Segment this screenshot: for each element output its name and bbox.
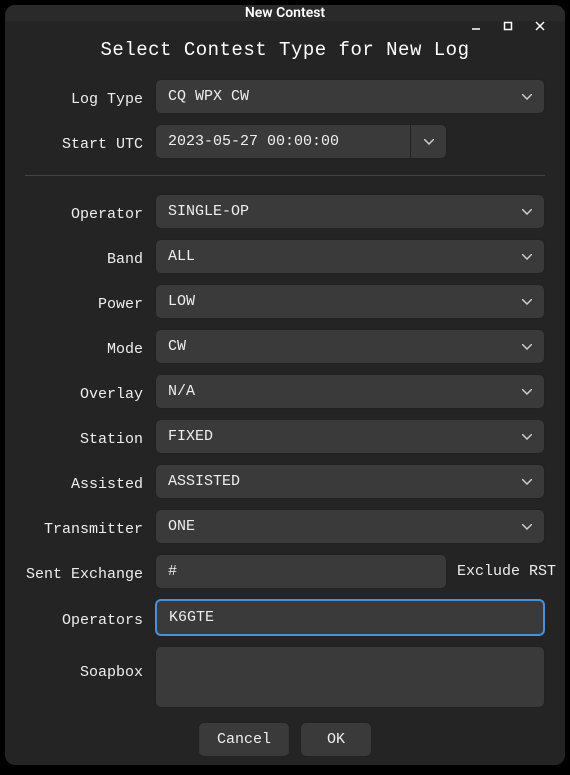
select-value: FIXED — [168, 428, 213, 445]
input-start-utc[interactable]: 2023-05-27 00:00:00 — [155, 124, 411, 159]
input-value: # — [168, 563, 177, 580]
row-transmitter: Transmitter ONE — [25, 509, 545, 544]
maximize-button[interactable] — [499, 17, 517, 35]
ok-button[interactable]: OK — [300, 722, 372, 757]
window-title: New Contest — [245, 5, 325, 21]
chevron-down-icon — [522, 344, 532, 350]
label-band: Band — [25, 245, 143, 268]
select-transmitter[interactable]: ONE — [155, 509, 545, 544]
dialog-buttons: Cancel OK — [25, 722, 545, 757]
select-overlay[interactable]: N/A — [155, 374, 545, 409]
chevron-down-icon — [522, 209, 532, 215]
input-sent-exchange[interactable]: # — [155, 554, 447, 589]
row-log-type: Log Type CQ WPX CW — [25, 79, 545, 114]
row-station: Station FIXED — [25, 419, 545, 454]
window-controls — [467, 5, 559, 47]
close-button[interactable] — [531, 17, 549, 35]
chevron-down-icon — [522, 389, 532, 395]
input-operators[interactable]: K6GTE — [155, 599, 545, 636]
titlebar: New Contest — [5, 5, 565, 21]
chevron-down-icon — [522, 524, 532, 530]
select-power[interactable]: LOW — [155, 284, 545, 319]
textarea-soapbox[interactable] — [155, 646, 545, 708]
input-value: 2023-05-27 00:00:00 — [168, 133, 339, 150]
select-value: SINGLE-OP — [168, 203, 249, 220]
form: Log Type CQ WPX CW Start UTC 2023-05-27 … — [25, 79, 545, 708]
row-band: Band ALL — [25, 239, 545, 274]
select-mode[interactable]: CW — [155, 329, 545, 364]
label-log-type: Log Type — [25, 85, 143, 108]
row-power: Power LOW — [25, 284, 545, 319]
select-operator[interactable]: SINGLE-OP — [155, 194, 545, 229]
label-overlay: Overlay — [25, 380, 143, 403]
select-band[interactable]: ALL — [155, 239, 545, 274]
select-value: N/A — [168, 383, 195, 400]
label-transmitter: Transmitter — [25, 515, 143, 538]
select-value: ALL — [168, 248, 195, 265]
chevron-down-icon — [522, 254, 532, 260]
label-sent-exchange: Sent Exchange — [25, 560, 143, 583]
row-operator: Operator SINGLE-OP — [25, 194, 545, 229]
label-operator: Operator — [25, 200, 143, 223]
select-value: ASSISTED — [168, 473, 240, 490]
select-value: LOW — [168, 293, 195, 310]
label-soapbox: Soapbox — [25, 646, 143, 681]
chevron-down-icon — [522, 479, 532, 485]
dialog-window: New Contest Select Contest Type for New … — [5, 5, 565, 765]
row-operators: Operators K6GTE — [25, 599, 545, 636]
input-value: K6GTE — [169, 609, 214, 626]
label-assisted: Assisted — [25, 470, 143, 493]
select-value: ONE — [168, 518, 195, 535]
row-start-utc: Start UTC 2023-05-27 00:00:00 — [25, 124, 545, 159]
label-station: Station — [25, 425, 143, 448]
label-start-utc: Start UTC — [25, 130, 143, 153]
chevron-down-icon — [424, 139, 434, 145]
row-sent-exchange: Sent Exchange # Exclude RST — [25, 554, 545, 589]
chevron-down-icon — [522, 299, 532, 305]
datetime-combo: 2023-05-27 00:00:00 — [155, 124, 447, 159]
chevron-down-icon — [522, 434, 532, 440]
dialog-content: Select Contest Type for New Log Log Type… — [5, 21, 565, 765]
row-soapbox: Soapbox — [25, 646, 545, 708]
label-operators: Operators — [25, 606, 143, 629]
row-assisted: Assisted ASSISTED — [25, 464, 545, 499]
minimize-button[interactable] — [467, 17, 485, 35]
divider — [25, 175, 545, 176]
cancel-button[interactable]: Cancel — [198, 722, 290, 757]
select-assisted[interactable]: ASSISTED — [155, 464, 545, 499]
chevron-down-icon — [522, 94, 532, 100]
row-mode: Mode CW — [25, 329, 545, 364]
label-exclude-rst: Exclude RST — [457, 563, 556, 580]
row-overlay: Overlay N/A — [25, 374, 545, 409]
label-mode: Mode — [25, 335, 143, 358]
datetime-dropdown-button[interactable] — [411, 124, 447, 159]
label-power: Power — [25, 290, 143, 313]
select-station[interactable]: FIXED — [155, 419, 545, 454]
select-log-type[interactable]: CQ WPX CW — [155, 79, 545, 114]
select-value: CW — [168, 338, 186, 355]
select-value: CQ WPX CW — [168, 88, 249, 105]
